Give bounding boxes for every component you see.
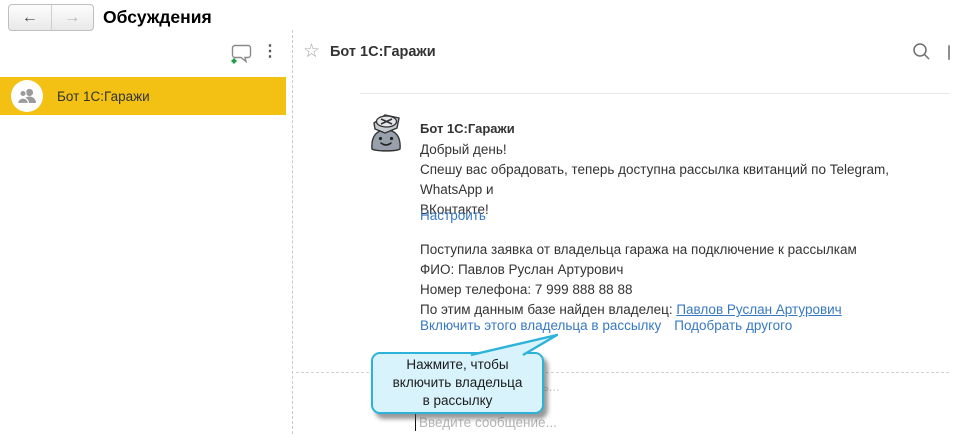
discussions-window: ← → Обсуждения Поиск по темам и польз...… bbox=[0, 0, 955, 434]
message-greeting: Добрый день! Спешу вас обрадовать, тепер… bbox=[420, 140, 955, 220]
sidebar-separator bbox=[292, 30, 293, 434]
include-owner-link[interactable]: Включить этого владельца в рассылку bbox=[420, 318, 661, 333]
obscured-text-fragment: ь... bbox=[542, 379, 560, 394]
tooltip-tail bbox=[469, 333, 561, 357]
owner-link[interactable]: Павлов Руслан Артурович bbox=[676, 302, 841, 317]
sidebar-item-bot-1c-garazhi[interactable]: Бот 1С:Гаражи bbox=[0, 77, 286, 115]
hint-tooltip: Нажмите, чтобы включить владельца в расс… bbox=[371, 352, 544, 414]
tooltip-line: включить владельца bbox=[393, 374, 523, 392]
history-nav: ← → bbox=[8, 4, 94, 31]
message-sender: Бот 1С:Гаражи bbox=[420, 121, 515, 136]
configure-row: Настроить bbox=[420, 206, 486, 226]
tooltip-line: в рассылку bbox=[423, 392, 493, 410]
message-request: Поступила заявка от владельца гаража на … bbox=[420, 240, 857, 320]
back-button[interactable]: ← bbox=[9, 5, 52, 30]
found-owner-prefix: По этим данным базе найден владелец: bbox=[420, 302, 676, 317]
request-line: Номер телефона: 7 999 888 88 88 bbox=[420, 280, 857, 300]
contact-avatar bbox=[11, 80, 43, 112]
header-hairline bbox=[360, 93, 950, 94]
pick-another-link[interactable]: Подобрать другого bbox=[674, 318, 792, 333]
request-line: Поступила заявка от владельца гаража на … bbox=[420, 240, 857, 260]
chat-title: Бот 1С:Гаражи bbox=[330, 44, 436, 60]
new-discussion-icon[interactable] bbox=[228, 43, 253, 64]
greeting-line: ВКонтакте! bbox=[420, 200, 955, 220]
sidebar-menu-icon[interactable]: ⋮ bbox=[262, 43, 278, 61]
chat-search-icon[interactable] bbox=[912, 42, 931, 61]
greeting-line: Добрый день! bbox=[420, 140, 955, 160]
page-title: Обсуждения bbox=[103, 7, 212, 28]
text-caret bbox=[415, 414, 416, 431]
forward-button[interactable]: → bbox=[52, 5, 94, 30]
sidebar-item-label: Бот 1С:Гаражи bbox=[57, 89, 150, 104]
message-input[interactable]: Введите сообщение... bbox=[415, 412, 557, 432]
users-icon bbox=[16, 87, 38, 105]
tooltip-line: Нажмите, чтобы bbox=[406, 356, 508, 374]
bot-avatar bbox=[366, 111, 406, 153]
request-line: ФИО: Павлов Руслан Артурович bbox=[420, 260, 857, 280]
configure-link[interactable]: Настроить bbox=[420, 208, 486, 223]
favorite-star-icon[interactable]: ☆ bbox=[303, 40, 320, 63]
clipped-edge-icon bbox=[948, 45, 950, 60]
greeting-line: Спешу вас обрадовать, теперь доступна ра… bbox=[420, 160, 955, 200]
message-input-placeholder: Введите сообщение... bbox=[419, 415, 557, 430]
